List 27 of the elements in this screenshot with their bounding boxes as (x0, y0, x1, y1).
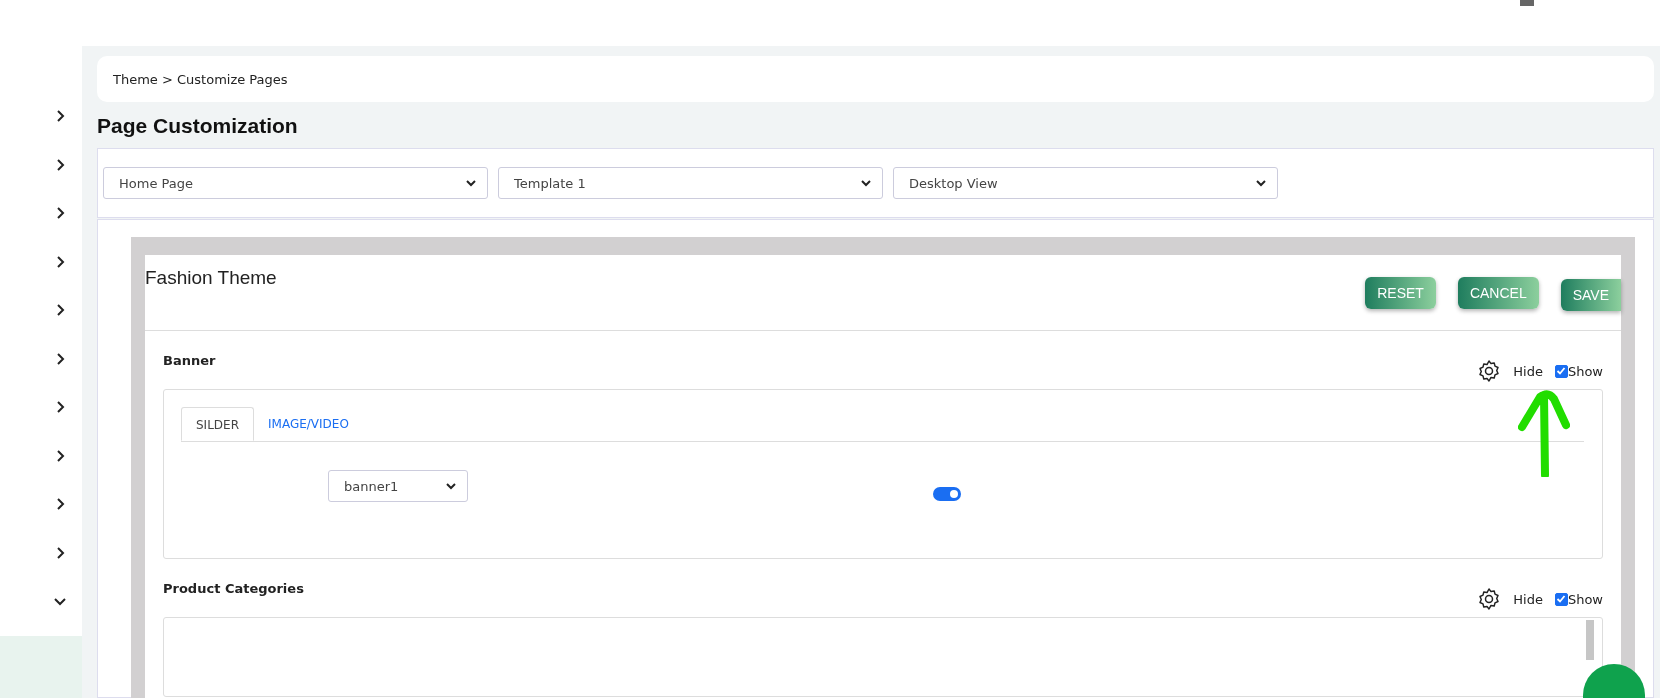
dropdown[interactable]: Home Page (103, 167, 488, 199)
caret-icon (860, 177, 872, 189)
toggle-switch[interactable] (933, 486, 961, 501)
theme-title: Fashion Theme (145, 266, 277, 290)
show-label: Show (1567, 363, 1603, 379)
dropdown[interactable]: Template 1 (498, 167, 883, 199)
checkmark-icon (1556, 366, 1567, 376)
scrollbar[interactable] (1586, 620, 1594, 660)
caret-icon (1255, 177, 1267, 189)
settings-icon[interactable] (1477, 587, 1502, 611)
section-title: Banner (163, 352, 216, 370)
dropdown[interactable]: Desktop View (893, 167, 1278, 199)
checkmark-icon (1556, 594, 1567, 604)
settings-icon[interactable] (1477, 359, 1502, 383)
section-title: Product Categories (163, 580, 304, 598)
caret-icon (465, 177, 477, 189)
hide-label: Hide (1513, 363, 1543, 379)
tab[interactable]: SILDER (181, 407, 254, 441)
caret-icon (445, 480, 457, 492)
hide-label: Hide (1513, 591, 1543, 607)
page-title: Page Customization (97, 114, 299, 138)
show-checkbox[interactable] (1554, 364, 1568, 378)
dropdown[interactable]: banner1 (328, 470, 468, 502)
show-label: Show (1567, 591, 1603, 607)
show-checkbox[interactable] (1554, 592, 1568, 606)
breadcrumb-text: Theme > Customize Pages (113, 71, 288, 87)
tab[interactable]: IMAGE/VIDEO (254, 407, 363, 441)
